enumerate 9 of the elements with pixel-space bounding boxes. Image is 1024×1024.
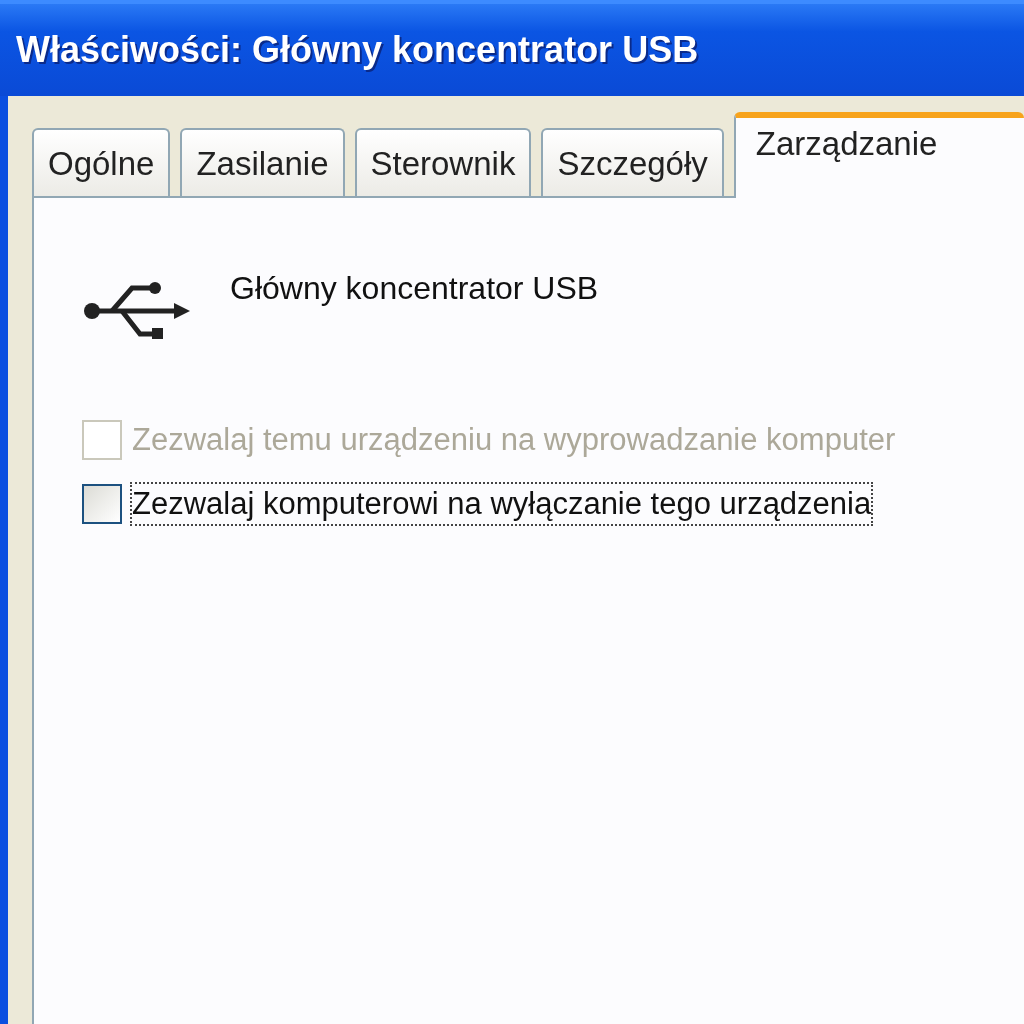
tab[interactable]: Sterownik [354,128,532,196]
checkbox[interactable] [82,484,122,524]
tab[interactable]: Szczegóły [541,128,724,196]
checkbox-label[interactable]: Zezwalaj komputerowi na wyłączanie tego urządzenia [130,482,874,526]
tab[interactable]: Zarządzanie [733,112,1024,198]
tab[interactable]: Zasilanie [180,128,345,196]
window-title: Właściwości: Główny koncentrator USB [16,29,699,71]
tab[interactable]: Ogólne [32,128,171,196]
device-name: Główny koncentrator USB [230,270,599,307]
